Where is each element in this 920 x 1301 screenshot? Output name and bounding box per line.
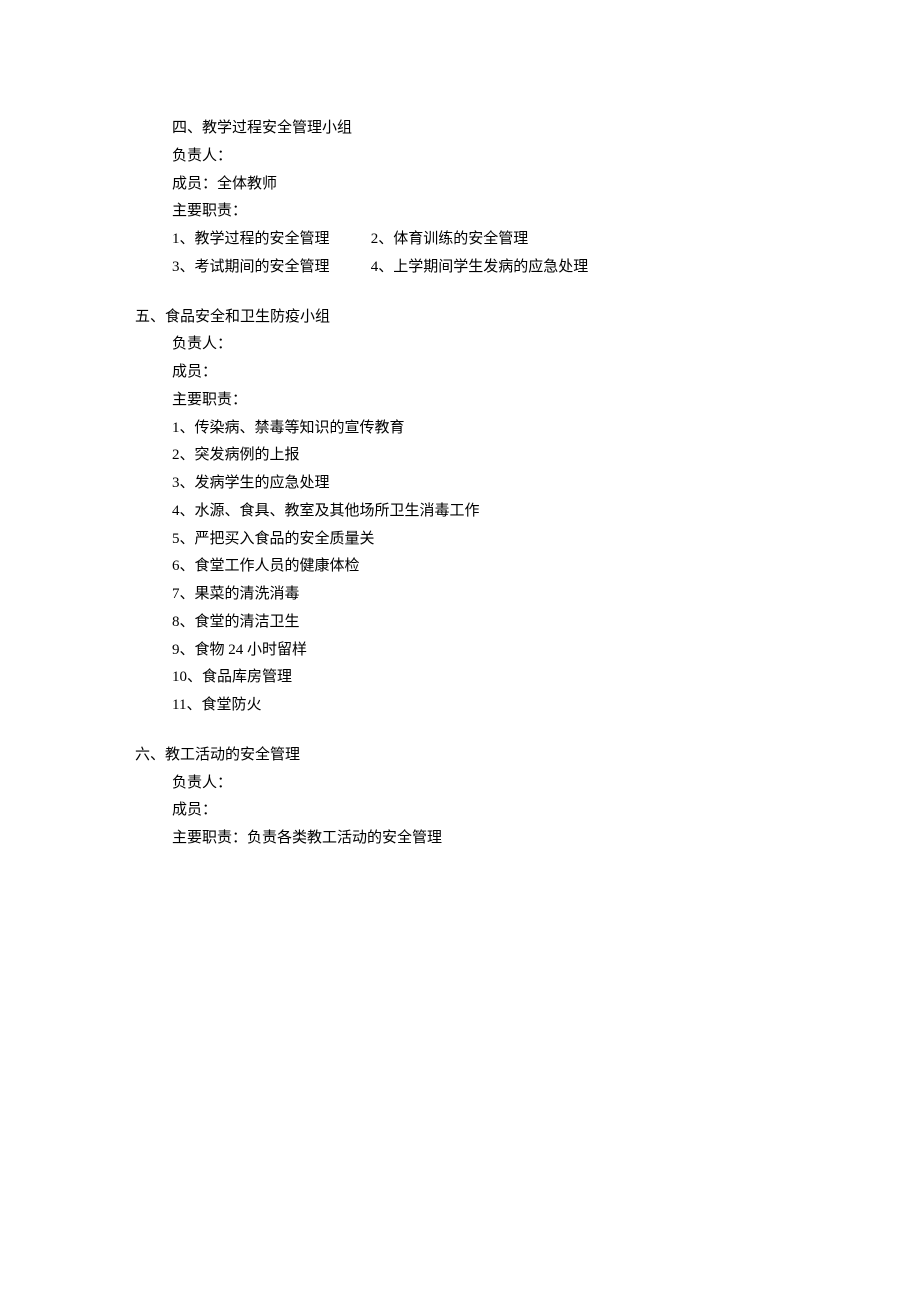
duty-item: 6、食堂工作人员的健康体检 xyxy=(0,553,920,581)
duty-item: 1、教学过程的安全管理 xyxy=(172,226,367,254)
section-4-duties-row-1: 1、教学过程的安全管理 2、体育训练的安全管理 xyxy=(0,226,920,254)
section-4-duties-row-2: 3、考试期间的安全管理 4、上学期间学生发病的应急处理 xyxy=(0,254,920,282)
section-6-leader: 负责人： xyxy=(0,770,920,798)
document-body: 四、教学过程安全管理小组 负责人： 成员：全体教师 主要职责： 1、教学过程的安… xyxy=(0,115,920,853)
duty-item: 1、传染病、禁毒等知识的宣传教育 xyxy=(0,415,920,443)
duty-item: 8、食堂的清洁卫生 xyxy=(0,609,920,637)
section-6-title: 六、教工活动的安全管理 xyxy=(0,742,920,770)
duty-item: 9、食物 24 小时留样 xyxy=(0,637,920,665)
members-value: 全体教师 xyxy=(217,176,277,192)
section-6-members: 成员： xyxy=(0,797,920,825)
duty-item: 2、体育训练的安全管理 xyxy=(371,226,529,254)
duty-item: 2、突发病例的上报 xyxy=(0,442,920,470)
section-6-duties: 主要职责：负责各类教工活动的安全管理 xyxy=(0,825,920,853)
section-5-title: 五、食品安全和卫生防疫小组 xyxy=(0,304,920,332)
section-5-members: 成员： xyxy=(0,359,920,387)
duty-item: 4、上学期间学生发病的应急处理 xyxy=(371,254,589,282)
members-label: 成员： xyxy=(172,176,217,192)
section-4-duties-label: 主要职责： xyxy=(0,198,920,226)
section-5-leader: 负责人： xyxy=(0,331,920,359)
section-4-members: 成员：全体教师 xyxy=(0,171,920,199)
duty-item: 3、考试期间的安全管理 xyxy=(172,254,367,282)
section-4-title: 四、教学过程安全管理小组 xyxy=(0,115,920,143)
duty-item: 5、严把买入食品的安全质量关 xyxy=(0,526,920,554)
duty-item: 3、发病学生的应急处理 xyxy=(0,470,920,498)
section-5-duties-label: 主要职责： xyxy=(0,387,920,415)
duty-item: 11、食堂防火 xyxy=(0,692,920,720)
duty-item: 10、食品库房管理 xyxy=(0,664,920,692)
section-4-leader: 负责人： xyxy=(0,143,920,171)
duty-item: 7、果菜的清洗消毒 xyxy=(0,581,920,609)
duty-item: 4、水源、食具、教室及其他场所卫生消毒工作 xyxy=(0,498,920,526)
